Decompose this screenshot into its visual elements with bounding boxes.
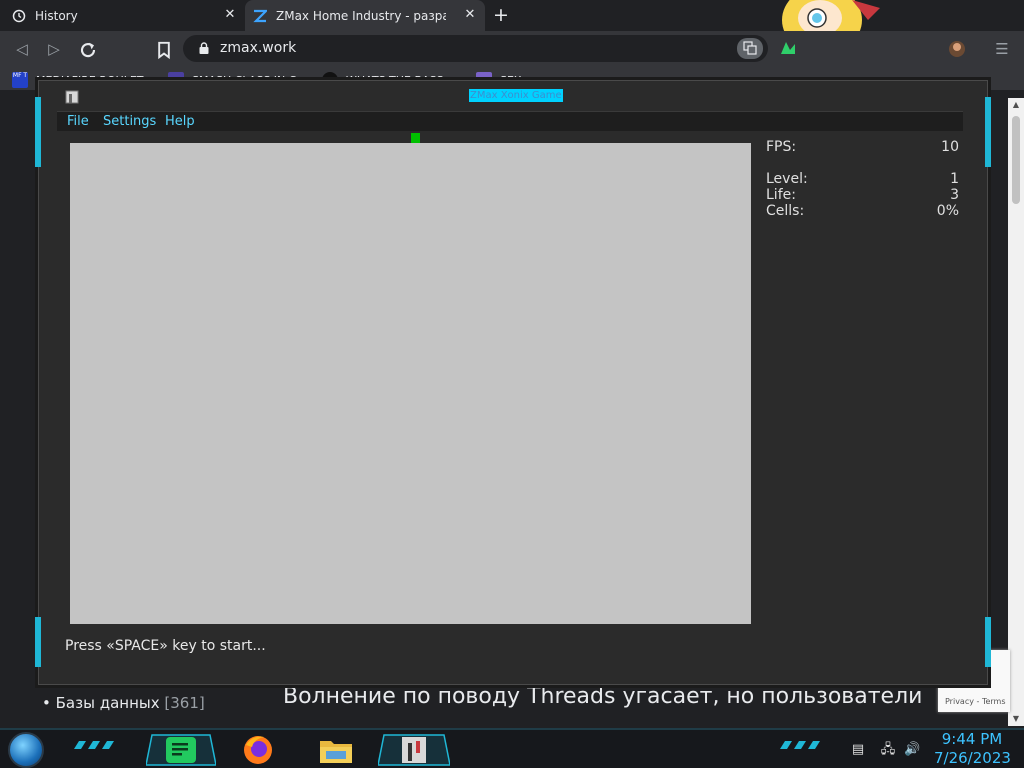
game-field[interactable] — [70, 143, 751, 624]
menu-help[interactable]: Help — [165, 115, 195, 129]
notes-app-icon[interactable] — [146, 733, 216, 767]
firefox-icon[interactable] — [240, 733, 276, 767]
status-message: Press «SPACE» key to start... — [65, 638, 266, 654]
tab-history[interactable]: History ✕ — [0, 0, 245, 31]
recaptcha-links[interactable]: Privacy - Terms — [945, 697, 1006, 706]
menu-file[interactable]: File — [67, 115, 89, 129]
network-icon[interactable]: 🖧 — [880, 742, 896, 758]
tab-bar: History ✕ ZMax Home Industry - разработк… — [0, 0, 1024, 54]
stat-value: 3 — [950, 187, 959, 203]
screen: History ✕ ZMax Home Industry - разработк… — [0, 0, 1024, 768]
stat-value: 10 — [941, 139, 959, 155]
stat-life: Life: 3 — [766, 187, 959, 203]
menu-settings[interactable]: Settings — [103, 115, 156, 129]
extension-icon[interactable] — [778, 39, 798, 59]
stat-fps: FPS: 10 — [766, 139, 959, 155]
stat-value: 0% — [936, 203, 959, 219]
start-button[interactable] — [8, 732, 44, 768]
lock-icon — [199, 42, 209, 54]
clock-time: 9:44 PM — [941, 730, 1003, 748]
list-item-count: [361] — [164, 694, 205, 712]
show-hidden-icons[interactable]: ▤ — [850, 742, 866, 758]
back-icon[interactable]: ◁ — [10, 37, 34, 61]
address-bar[interactable]: zmax.work — [183, 35, 768, 62]
page-scrollbar[interactable]: ▲ ▼ — [1008, 98, 1024, 726]
taskbar-decoration — [74, 741, 114, 749]
stat-level: Level: 1 — [766, 171, 959, 187]
browser-toolbar: ◁ ▷ zmax.work ☰ — [0, 31, 1024, 66]
clock-date: 7/26/2023 — [934, 749, 1011, 767]
close-icon[interactable]: ✕ — [461, 6, 479, 24]
news-headline[interactable]: Волнение по поводу Threads угасает, но п… — [283, 684, 922, 709]
window-title: ZMax Xonix Game — [469, 89, 563, 102]
file-explorer-icon[interactable] — [317, 733, 355, 767]
tab-label: ZMax Home Industry - разработка — [276, 8, 446, 23]
mediafire-icon: MF T — [12, 72, 28, 88]
list-item[interactable]: • Базы данных [361] — [42, 694, 205, 712]
system-clock[interactable]: 9:44 PM 7/26/2023 — [934, 730, 1011, 768]
window-edge-decoration — [985, 97, 991, 667]
forward-icon[interactable]: ▷ — [42, 37, 66, 61]
xonix-taskbar-icon[interactable] — [378, 733, 450, 767]
scroll-up-icon[interactable]: ▲ — [1008, 98, 1024, 112]
stat-cells: Cells: 0% — [766, 203, 959, 219]
history-icon — [12, 9, 26, 22]
game-window: ZMax Xonix Game File Settings Help FPS: … — [35, 80, 991, 685]
reload-icon[interactable] — [76, 38, 100, 62]
stat-value: 1 — [950, 171, 959, 187]
avatar[interactable] — [947, 39, 967, 59]
translate-icon[interactable] — [737, 38, 763, 59]
app-icon — [65, 90, 79, 104]
close-icon[interactable]: ✕ — [221, 6, 239, 24]
scroll-down-icon[interactable]: ▼ — [1008, 712, 1024, 726]
tab-zmax[interactable]: ZMax Home Industry - разработка ✕ — [245, 0, 485, 31]
window-edge-decoration — [35, 97, 41, 667]
tab-label: History — [35, 8, 78, 23]
bullet-icon: • — [42, 694, 51, 712]
scroll-thumb[interactable] — [1012, 116, 1020, 204]
new-tab-button[interactable]: + — [490, 4, 512, 26]
stat-label: Level: — [766, 171, 808, 187]
stat-label: Life: — [766, 187, 796, 203]
url-text: zmax.work — [220, 40, 297, 56]
menu-icon[interactable]: ☰ — [990, 37, 1014, 61]
stat-label: FPS: — [766, 139, 797, 155]
list-item-label: Базы данных — [55, 694, 160, 712]
bookmark-icon[interactable] — [152, 38, 176, 62]
stat-label: Cells: — [766, 203, 805, 219]
taskbar-decoration — [780, 741, 820, 749]
volume-icon[interactable]: 🔊 — [904, 742, 920, 758]
zmax-favicon — [253, 9, 267, 22]
menu-bar: File Settings Help — [57, 111, 963, 131]
player-marker — [411, 133, 420, 143]
taskbar: ▤ 🖧 🔊 9:44 PM 7/26/2023 — [0, 728, 1024, 768]
